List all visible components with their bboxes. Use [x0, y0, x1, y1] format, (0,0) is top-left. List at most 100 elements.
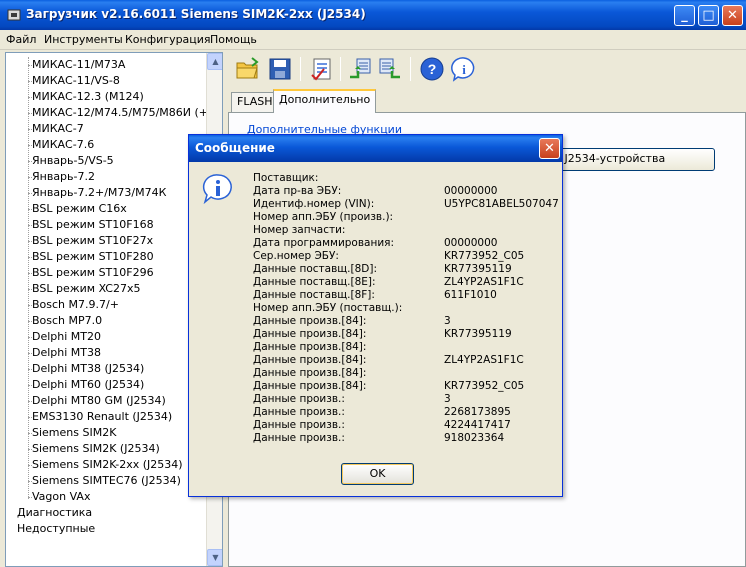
- j2534-device-button[interactable]: р J2534-устройства: [549, 148, 715, 171]
- ok-button[interactable]: OK: [341, 463, 414, 485]
- tree-item[interactable]: Январь-7.2: [28, 169, 95, 185]
- tree-item[interactable]: МИКАС-7.6: [27, 137, 94, 153]
- tree-root-diagnostics[interactable]: Диагностика: [17, 505, 92, 521]
- info-row: Данные произв.[84]: KR77395119: [253, 328, 559, 341]
- info-row: Номер апп.ЭБУ (произв.):: [253, 211, 559, 224]
- message-dialog: Сообщение ✕ Поставщик: Дата пр-ва ЭБУ: 000…: [188, 134, 563, 497]
- info-row-value: 611F1010: [444, 289, 497, 301]
- tab-advanced[interactable]: Дополнительно: [273, 89, 377, 113]
- info-row-value: 00000000: [444, 237, 498, 249]
- info-row-label: Дата программирования:: [253, 237, 395, 249]
- info-row: Данные произв.[84]: ZL4YP2AS1F1C: [253, 354, 559, 367]
- tab-flash[interactable]: FLASH: [231, 92, 279, 112]
- info-row-label: Поставщик:: [253, 172, 319, 184]
- tree-item[interactable]: Siemens SIM2K (J2534): [28, 441, 160, 457]
- tree-item[interactable]: МИКАС-12.3 (М124): [28, 89, 144, 105]
- tree-item[interactable]: Delphi MT60 (J2534): [27, 377, 144, 393]
- info-row-label: Данные произв.[84]:: [253, 341, 367, 353]
- menu-help[interactable]: Помощь: [210, 33, 257, 46]
- toolbar: ? i: [228, 52, 746, 86]
- tree-item[interactable]: Bosch MP7.0: [27, 313, 102, 329]
- tree-item[interactable]: BSL режим ST10F280: [28, 249, 154, 265]
- tree-item[interactable]: Delphi MT38: [27, 345, 101, 361]
- tree-item[interactable]: Siemens SIM2K-2xx (J2534): [28, 457, 183, 473]
- checklist-icon[interactable]: [308, 55, 336, 83]
- info-row-value: 00000000: [444, 185, 498, 197]
- toolbar-separator: [340, 57, 341, 81]
- save-icon[interactable]: [266, 55, 294, 83]
- tree-item[interactable]: BSL режим ST10F27x: [27, 233, 153, 249]
- info-row-value: 918023364: [444, 432, 505, 444]
- info-row: Данные произв.: 2268173895: [253, 406, 559, 419]
- tree-item[interactable]: BSL режим ST10F168: [28, 217, 154, 233]
- info-row: Данные произв.[84]: KR773952_C05: [253, 380, 559, 393]
- menu-file[interactable]: Файл: [6, 33, 36, 46]
- info-row-value: KR773952_C05: [444, 250, 525, 262]
- info-row-value: 3: [444, 315, 451, 327]
- info-row-value: KR77395119: [444, 328, 512, 340]
- info-row-label: Данные поставщ.[8E]:: [253, 276, 376, 288]
- info-row: Дата программирования: 00000000: [253, 237, 559, 250]
- info-row-label: Данные произв.[84]:: [253, 367, 367, 379]
- info-row-label: Данные произв.:: [253, 419, 345, 431]
- tree-item[interactable]: BSL режим C16x: [28, 201, 127, 217]
- dialog-info-list: Поставщик: Дата пр-ва ЭБУ: 00000000 Идентиф…: [253, 172, 559, 445]
- menu-config[interactable]: Конфигурация: [125, 33, 211, 46]
- toolbar-separator: [410, 57, 411, 81]
- write-ecu-icon[interactable]: [376, 55, 404, 83]
- info-row: Данные произв.: 3: [253, 393, 559, 406]
- info-row-label: Данные произв.[84]:: [253, 315, 367, 327]
- tree-item[interactable]: Delphi MT20: [27, 329, 101, 345]
- tree-item[interactable]: Siemens SIMTEC76 (J2534): [28, 473, 181, 489]
- tree-item[interactable]: Siemens SIM2K: [27, 425, 116, 441]
- tree-item[interactable]: МИКАС-11/VS-8: [28, 73, 120, 89]
- tree-item[interactable]: EMS3130 Renault (J2534): [27, 409, 172, 425]
- menu-tools[interactable]: Инструменты: [44, 33, 123, 46]
- info-row: Данные произв.: 4224417417: [253, 419, 559, 432]
- info-row-label: Дата пр-ва ЭБУ:: [253, 185, 342, 197]
- title-bar: Загрузчик v2.16.6011 Siemens SIM2K-2xx (…: [0, 0, 746, 30]
- info-row: Данные поставщ.[8E]: ZL4YP2AS1F1C: [253, 276, 559, 289]
- tree-root-unavailable[interactable]: Недоступные: [17, 521, 95, 537]
- scroll-down-icon[interactable]: ▼: [207, 549, 222, 566]
- scroll-up-icon[interactable]: ▲: [207, 53, 222, 70]
- tree-item[interactable]: BSL режим XC27x5: [28, 281, 141, 297]
- info-row-value: U5YPC81ABEL507047: [444, 198, 559, 210]
- info-row-value: 3: [444, 393, 451, 405]
- dialog-title-bar: Сообщение ✕: [189, 135, 562, 162]
- tree-item[interactable]: МИКАС-7: [28, 121, 84, 137]
- tree-item[interactable]: Bosch M7.9.7/+: [28, 297, 119, 313]
- dialog-close-button[interactable]: ✕: [539, 138, 560, 159]
- dialog-title: Сообщение: [195, 141, 275, 155]
- help-icon[interactable]: ?: [418, 55, 446, 83]
- window-title: Загрузчик v2.16.6011 Siemens SIM2K-2xx (…: [26, 7, 366, 21]
- tree-item[interactable]: Январь-7.2+/М73/М74К: [27, 185, 166, 201]
- tree-item[interactable]: Delphi MT38 (J2534): [27, 361, 144, 377]
- about-info-icon[interactable]: i: [450, 55, 478, 83]
- close-button[interactable]: ✕: [722, 5, 743, 26]
- read-ecu-icon[interactable]: [346, 55, 374, 83]
- info-row: Идентиф.номер (VIN): U5YPC81ABEL507047: [253, 198, 559, 211]
- tree-item[interactable]: BSL режим ST10F296: [28, 265, 154, 281]
- info-row-label: Данные произв.[84]:: [253, 354, 367, 366]
- maximize-button[interactable]: □: [698, 5, 719, 26]
- info-row-label: Данные поставщ.[8F]:: [253, 289, 375, 301]
- info-row: Данные поставщ.[8F]: 611F1010: [253, 289, 559, 302]
- toolbar-separator: [300, 57, 301, 81]
- info-row: Поставщик:: [253, 172, 559, 185]
- tree-item[interactable]: Vagon VAx: [27, 489, 90, 505]
- minimize-button[interactable]: _: [674, 5, 695, 26]
- tree-item[interactable]: МИКАС-11/М73А: [27, 57, 125, 73]
- info-row-value: KR77395119: [444, 263, 512, 275]
- tree-item[interactable]: Delphi MT80 GM (J2534): [28, 393, 166, 409]
- info-row-label: Идентиф.номер (VIN):: [253, 198, 375, 210]
- tree-item[interactable]: МИКАС-12/М74.5/М75/М86И (+J25: [27, 105, 222, 121]
- open-folder-icon[interactable]: [234, 55, 262, 83]
- tree-item[interactable]: Январь-5/VS-5: [28, 153, 114, 169]
- info-row: Данные произв.: 918023364: [253, 432, 559, 445]
- info-row: Номер апп.ЭБУ (поставщ.):: [253, 302, 559, 315]
- app-icon: [7, 9, 21, 21]
- info-row: Данные произв.[84]: 3: [253, 315, 559, 328]
- info-row-value: 4224417417: [444, 419, 511, 431]
- info-row: Данные поставщ.[8D]: KR77395119: [253, 263, 559, 276]
